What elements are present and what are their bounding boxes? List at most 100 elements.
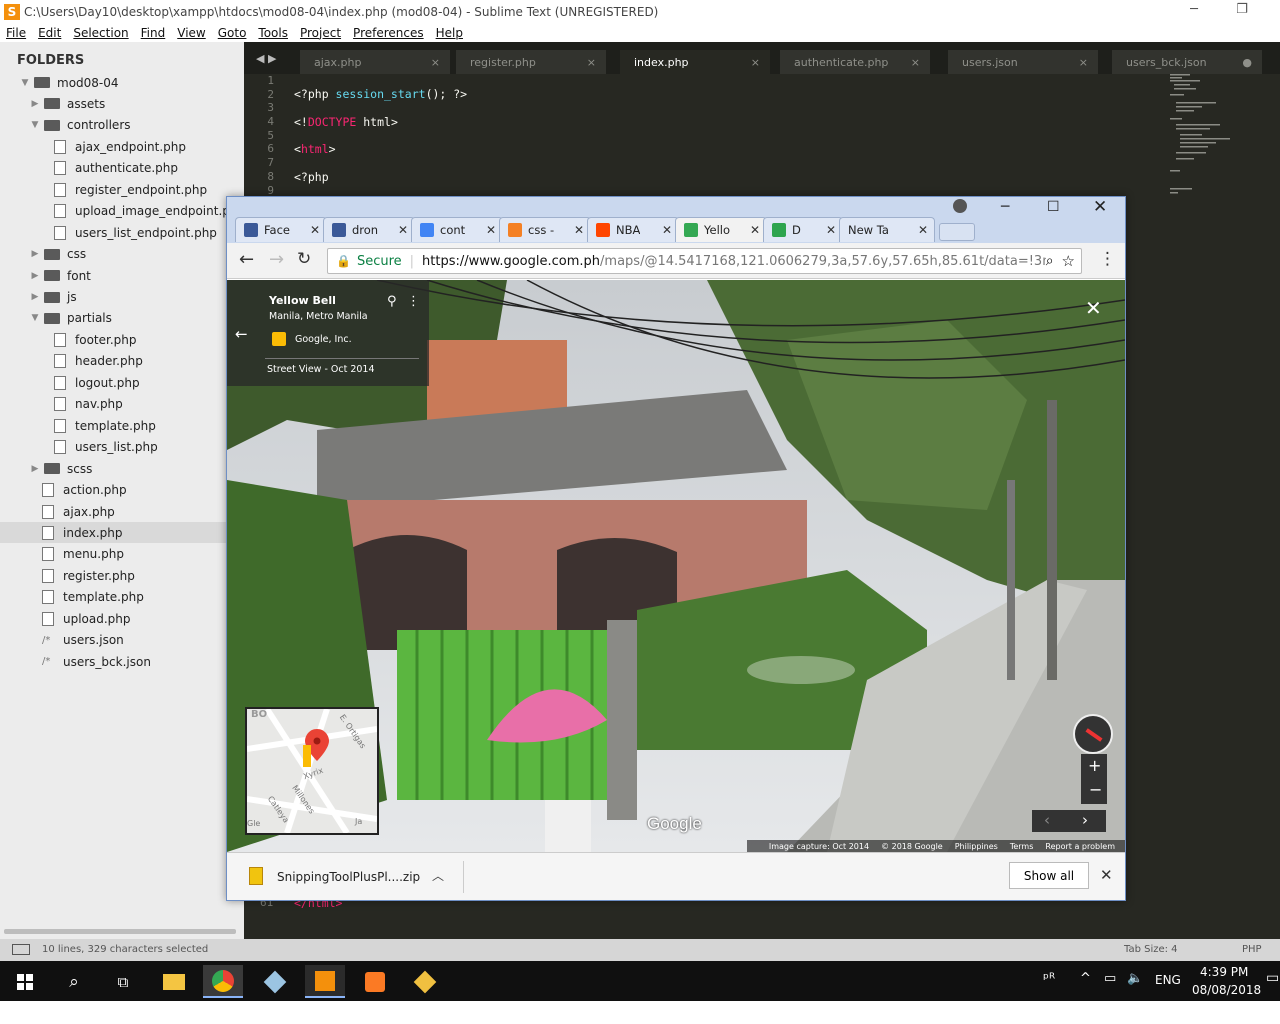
close-tab-icon[interactable]: ● bbox=[1242, 56, 1252, 69]
show-all-button[interactable]: Show all bbox=[1009, 862, 1089, 889]
language-indicator[interactable]: ENG bbox=[1155, 973, 1181, 987]
minimize-button[interactable]: ─ bbox=[1184, 2, 1204, 20]
panel-toggle-icon[interactable] bbox=[12, 944, 30, 955]
sidebar-item[interactable]: ▼ controllers bbox=[30, 115, 131, 136]
menu-file[interactable]: File bbox=[0, 26, 32, 40]
chevron-right-icon[interactable]: ▶ bbox=[30, 464, 40, 474]
close-button[interactable]: ✕ bbox=[1093, 197, 1107, 217]
git-gui-icon[interactable] bbox=[405, 965, 445, 998]
browser-tab[interactable]: New Tab ✕ bbox=[839, 217, 935, 242]
place-title[interactable]: Yellow Bell bbox=[269, 294, 336, 307]
chevron-down-icon[interactable]: ▼ bbox=[20, 78, 30, 88]
sidebar-item[interactable]: action.php bbox=[42, 480, 127, 501]
back-arrow-icon[interactable]: ← bbox=[235, 325, 248, 343]
menu-find[interactable]: Find bbox=[135, 26, 172, 40]
editor-tab[interactable]: index.php × bbox=[620, 50, 770, 74]
maximize-button[interactable]: ☐ bbox=[1047, 199, 1060, 215]
sidebar-item[interactable]: template.php bbox=[54, 415, 156, 436]
sidebar-item[interactable]: ▼ mod08-04 bbox=[20, 72, 119, 93]
walk-arrow-icon[interactable] bbox=[747, 656, 855, 684]
prev-photo-icon[interactable]: ‹ bbox=[1044, 811, 1050, 829]
close-tab-icon[interactable]: × bbox=[1079, 56, 1088, 69]
tab-size-status[interactable]: Tab Size: 4 bbox=[1124, 944, 1178, 955]
forward-icon[interactable]: → bbox=[269, 249, 284, 270]
menu-selection[interactable]: Selection bbox=[67, 26, 134, 40]
sidebar-item[interactable]: users_list.php bbox=[54, 437, 158, 458]
sidebar-item[interactable]: logout.php bbox=[54, 372, 140, 393]
sidebar-item[interactable]: ▶ font bbox=[30, 265, 91, 286]
sidebar-item[interactable]: index.php bbox=[0, 522, 244, 544]
syntax-status[interactable]: PHP bbox=[1242, 944, 1262, 955]
pin-icon[interactable]: ⚲ bbox=[387, 294, 397, 309]
git-icon[interactable] bbox=[255, 965, 295, 998]
tab-nav-arrows-icon[interactable]: ◀ ▶ bbox=[256, 52, 276, 65]
sublime-taskbar-icon[interactable] bbox=[305, 965, 345, 998]
browser-tab[interactable]: css - ✕ bbox=[499, 217, 591, 242]
close-tab-icon[interactable]: × bbox=[431, 56, 440, 69]
menu-project[interactable]: Project bbox=[294, 26, 347, 40]
notification-icon[interactable]: ▭ bbox=[1266, 970, 1279, 986]
street-view-date[interactable]: Street View - Oct 2014 bbox=[267, 364, 375, 375]
chevron-down-icon[interactable]: ▼ bbox=[30, 313, 40, 323]
close-tab-icon[interactable]: ✕ bbox=[826, 223, 836, 237]
code-minimap[interactable] bbox=[1168, 72, 1248, 202]
report-problem-link[interactable]: Report a problem bbox=[1045, 842, 1115, 851]
close-tab-icon[interactable]: × bbox=[751, 56, 760, 69]
sidebar-item[interactable]: menu.php bbox=[42, 544, 124, 565]
sidebar-item[interactable]: authenticate.php bbox=[54, 158, 178, 179]
address-bar[interactable]: 🔒 Secure | https://www.google.com.ph /ma… bbox=[327, 248, 1082, 274]
download-filename[interactable]: SnippingToolPlusPl....zip bbox=[277, 870, 420, 884]
close-street-view-icon[interactable]: ✕ bbox=[1085, 296, 1102, 320]
sidebar-item[interactable]: ▶ js bbox=[30, 287, 77, 308]
place-owner[interactable]: Google, Inc. bbox=[295, 334, 352, 345]
menu-help[interactable]: Help bbox=[430, 26, 469, 40]
more-options-icon[interactable]: ⋮ bbox=[407, 294, 420, 309]
next-photo-icon[interactable]: › bbox=[1082, 811, 1088, 829]
sidebar-item[interactable]: header.php bbox=[54, 351, 143, 372]
chevron-right-icon[interactable]: ▶ bbox=[30, 249, 40, 259]
sidebar-item[interactable]: ▶ css bbox=[30, 244, 87, 265]
browser-tab[interactable]: D ✕ bbox=[763, 217, 843, 242]
region-link[interactable]: Philippines bbox=[955, 842, 998, 851]
file-explorer-icon[interactable] bbox=[154, 965, 194, 998]
search-icon[interactable]: ⌕ bbox=[54, 965, 94, 998]
browser-tab[interactable]: NBA ✕ bbox=[587, 217, 679, 242]
menu-preferences[interactable]: Preferences bbox=[347, 26, 430, 40]
chevron-up-icon[interactable]: ︿ bbox=[432, 867, 444, 884]
sidebar-scrollbar[interactable] bbox=[4, 929, 236, 934]
zoom-out-button[interactable]: − bbox=[1089, 780, 1102, 799]
profile-icon[interactable] bbox=[953, 199, 967, 213]
menu-edit[interactable]: Edit bbox=[32, 26, 67, 40]
chevron-up-tray-icon[interactable]: ^ bbox=[1080, 971, 1091, 986]
close-tab-icon[interactable]: ✕ bbox=[310, 223, 320, 237]
bookmark-star-icon[interactable]: ☆ bbox=[1062, 252, 1075, 270]
menu-view[interactable]: View bbox=[171, 26, 211, 40]
browser-tab[interactable]: Yello ✕ bbox=[675, 217, 767, 242]
sidebar-item[interactable]: footer.php bbox=[54, 329, 136, 350]
mini-map[interactable]: BO E. Ortigas Xyrix Millones Catleya Gle… bbox=[245, 707, 379, 835]
close-tab-icon[interactable]: × bbox=[587, 56, 596, 69]
chevron-right-icon[interactable]: ▶ bbox=[30, 99, 40, 109]
close-tab-icon[interactable]: ✕ bbox=[918, 223, 928, 237]
chevron-down-icon[interactable]: ▼ bbox=[30, 120, 40, 130]
sidebar-item[interactable]: nav.php bbox=[54, 394, 123, 415]
browser-tab[interactable]: Face ✕ bbox=[235, 217, 327, 242]
sidebar-item[interactable]: template.php bbox=[42, 587, 144, 608]
chrome-taskbar-icon[interactable] bbox=[203, 965, 243, 998]
sidebar-item[interactable]: ▶ scss bbox=[30, 458, 93, 479]
terms-link[interactable]: Terms bbox=[1010, 842, 1034, 851]
sidebar-item[interactable]: register_endpoint.php bbox=[54, 179, 207, 200]
sidebar-item[interactable]: register.php bbox=[42, 565, 135, 586]
street-view-panorama[interactable]: ← Yellow Bell Manila, Metro Manila ⚲ ⋮ G… bbox=[227, 280, 1125, 852]
close-shelf-icon[interactable]: ✕ bbox=[1100, 866, 1113, 884]
minimize-button[interactable]: ─ bbox=[1001, 199, 1009, 215]
sidebar-item[interactable]: /* users_bck.json bbox=[42, 651, 151, 672]
compass-icon[interactable] bbox=[1073, 714, 1113, 754]
xampp-icon[interactable] bbox=[355, 965, 395, 998]
clock-date[interactable]: 08/08/2018 bbox=[1192, 983, 1261, 997]
browser-tab[interactable]: dron ✕ bbox=[323, 217, 415, 242]
sidebar-item[interactable]: ▶ assets bbox=[30, 93, 106, 114]
volume-muted-icon[interactable]: 🔈 bbox=[1127, 971, 1143, 986]
close-tab-icon[interactable]: × bbox=[911, 56, 920, 69]
new-tab-button[interactable] bbox=[939, 223, 975, 241]
